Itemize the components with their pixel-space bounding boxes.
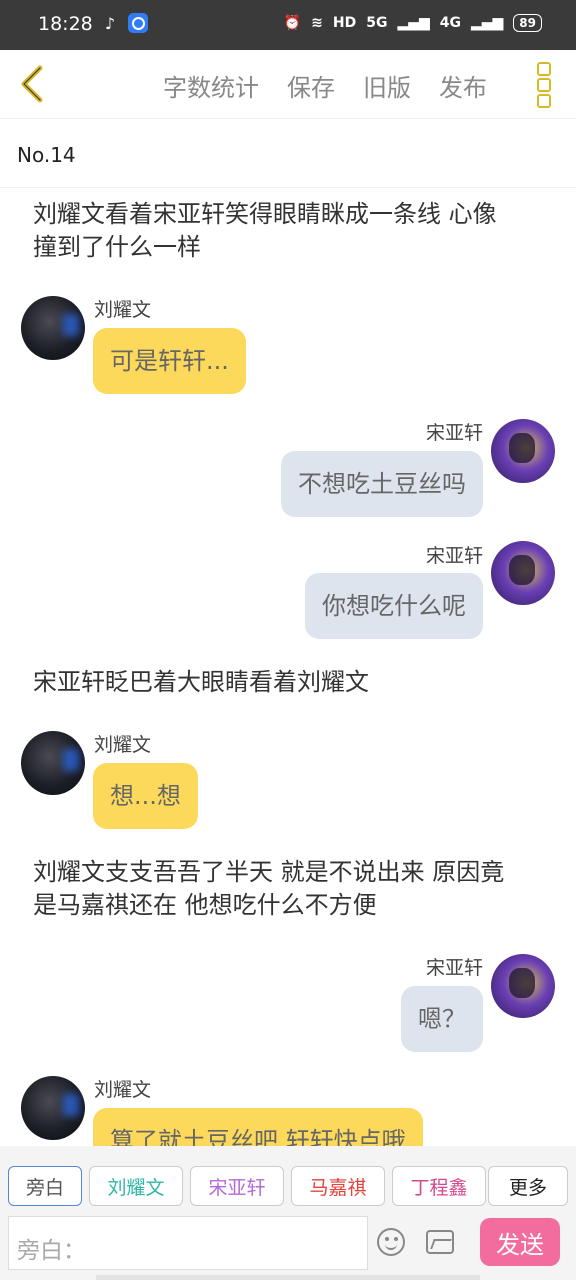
narration-text: 刘耀文支支吾吾了半天 就是不说出来 原因竟 是马嘉祺还在 他想吃什么不方便 [33,858,505,919]
chat-bubble-right[interactable]: 你想吃什么呢 [305,573,483,639]
signal-bars-icon-2: ▂▄▆ [470,15,504,31]
role-tab-ma-jiaqi[interactable]: 马嘉祺 [291,1166,385,1206]
old-version-button[interactable]: 旧版 [363,68,411,103]
nav-gesture-bar [96,1275,480,1280]
word-count-button[interactable]: 字数统计 [163,68,259,103]
image-icon[interactable] [426,1230,454,1254]
chat-bubble-left[interactable]: 想...想 [93,763,198,829]
avatar[interactable] [491,954,555,1018]
emoji-icon[interactable] [377,1228,405,1256]
chat-bubble-left[interactable]: 算了就土豆丝吧 轩轩快点哦 [93,1108,423,1146]
tiktok-icon: ♪ [104,13,116,33]
story-content[interactable]: 刘耀文看着宋亚轩笑得眼睛眯成一条线 心像 撞到了什么一样 刘耀文 可是轩轩...… [0,188,576,1146]
speaker-name: 刘耀文 [94,1079,152,1101]
role-tab-song-yaxuan[interactable]: 宋亚轩 [190,1166,284,1206]
chat-bubble-right[interactable]: 不想吃土豆丝吗 [281,451,483,517]
speaker-name: 宋亚轩 [425,957,483,979]
wifi-icon: ≋ [311,15,323,31]
status-time: 18:28 [38,13,93,35]
status-bar: 18:28 ♪ ⏰ ≋ HD 5G ▂▄▆ 4G ▂▄▆ 89 [0,0,576,50]
role-tab-more[interactable]: 更多 [488,1166,568,1206]
editor-toolbar: 字数统计 保存 旧版 发布 [0,50,576,119]
publish-button[interactable]: 发布 [439,68,487,103]
message-input[interactable]: 旁白： [8,1216,368,1270]
role-tab-liu-yaowen[interactable]: 刘耀文 [89,1166,183,1206]
avatar[interactable] [21,296,85,360]
role-selector: 旁白 刘耀文 宋亚轩 马嘉祺 丁程鑫 更多 [0,1146,576,1214]
alarm-icon: ⏰ [283,15,302,31]
avatar[interactable] [491,419,555,483]
avatar[interactable] [21,731,85,795]
signal-bars-icon: ▂▄▆ [397,15,430,31]
speaker-name: 宋亚轩 [425,545,483,567]
hd-label: HD [332,15,357,31]
send-button[interactable]: 发送 [480,1218,560,1266]
back-arrow-icon[interactable] [16,64,50,104]
battery-indicator: 89 [513,14,542,32]
chat-bubble-left[interactable]: 可是轩轩... [93,328,246,394]
save-button[interactable]: 保存 [287,68,335,103]
speaker-name: 宋亚轩 [425,422,483,444]
chapter-header: No.14 [0,119,576,188]
avatar[interactable] [21,1076,85,1140]
narration-text: 宋亚轩眨巴着大眼睛看着刘耀文 [33,668,369,696]
chapter-number: No.14 [17,143,76,167]
speaker-name: 刘耀文 [94,299,152,321]
signal-4g: 4G [439,15,461,31]
input-bar: 旁白： 发送 [0,1214,576,1280]
speaker-name: 刘耀文 [94,734,152,756]
role-tab-ding-chengxin[interactable]: 丁程鑫 [392,1166,486,1206]
signal-5g: 5G [366,15,388,31]
app-notification-icon [128,13,148,33]
avatar[interactable] [491,541,555,605]
chat-bubble-right[interactable]: 嗯？ [401,986,483,1052]
more-options-icon[interactable] [537,62,553,108]
role-tab-narrator[interactable]: 旁白 [8,1166,82,1206]
narration-text: 刘耀文看着宋亚轩笑得眼睛眯成一条线 心像 撞到了什么一样 [33,200,497,261]
